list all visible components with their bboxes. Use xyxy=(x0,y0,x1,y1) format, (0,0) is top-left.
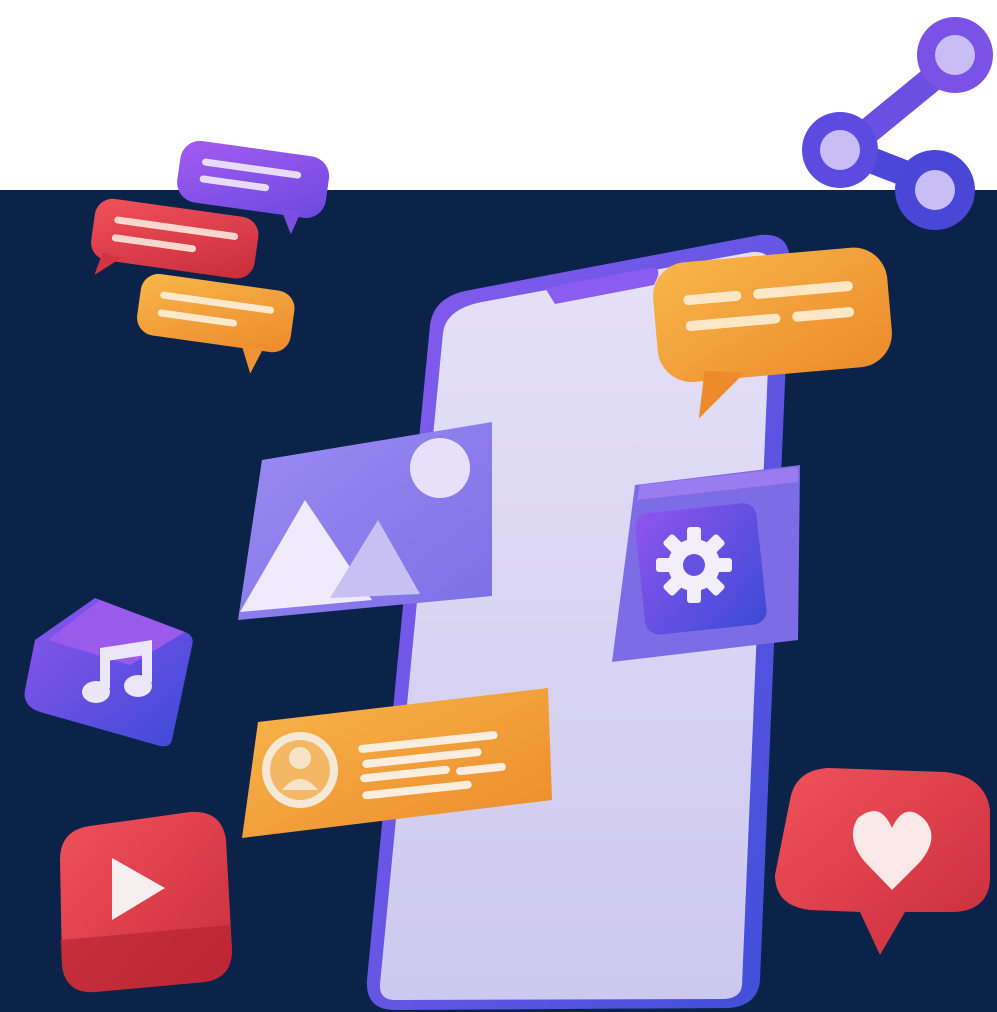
image-icon xyxy=(238,422,492,620)
music-note-icon xyxy=(24,598,193,747)
heart-icon xyxy=(775,768,990,955)
chat-bubble-orange-small xyxy=(137,273,295,374)
gear-icon xyxy=(656,527,732,603)
share-icon xyxy=(802,17,993,230)
user-profile-icon xyxy=(262,732,338,808)
illustration-canvas xyxy=(0,0,997,1012)
settings-window xyxy=(612,465,800,662)
play-icon xyxy=(60,811,232,993)
social-media-illustration xyxy=(24,17,993,1010)
